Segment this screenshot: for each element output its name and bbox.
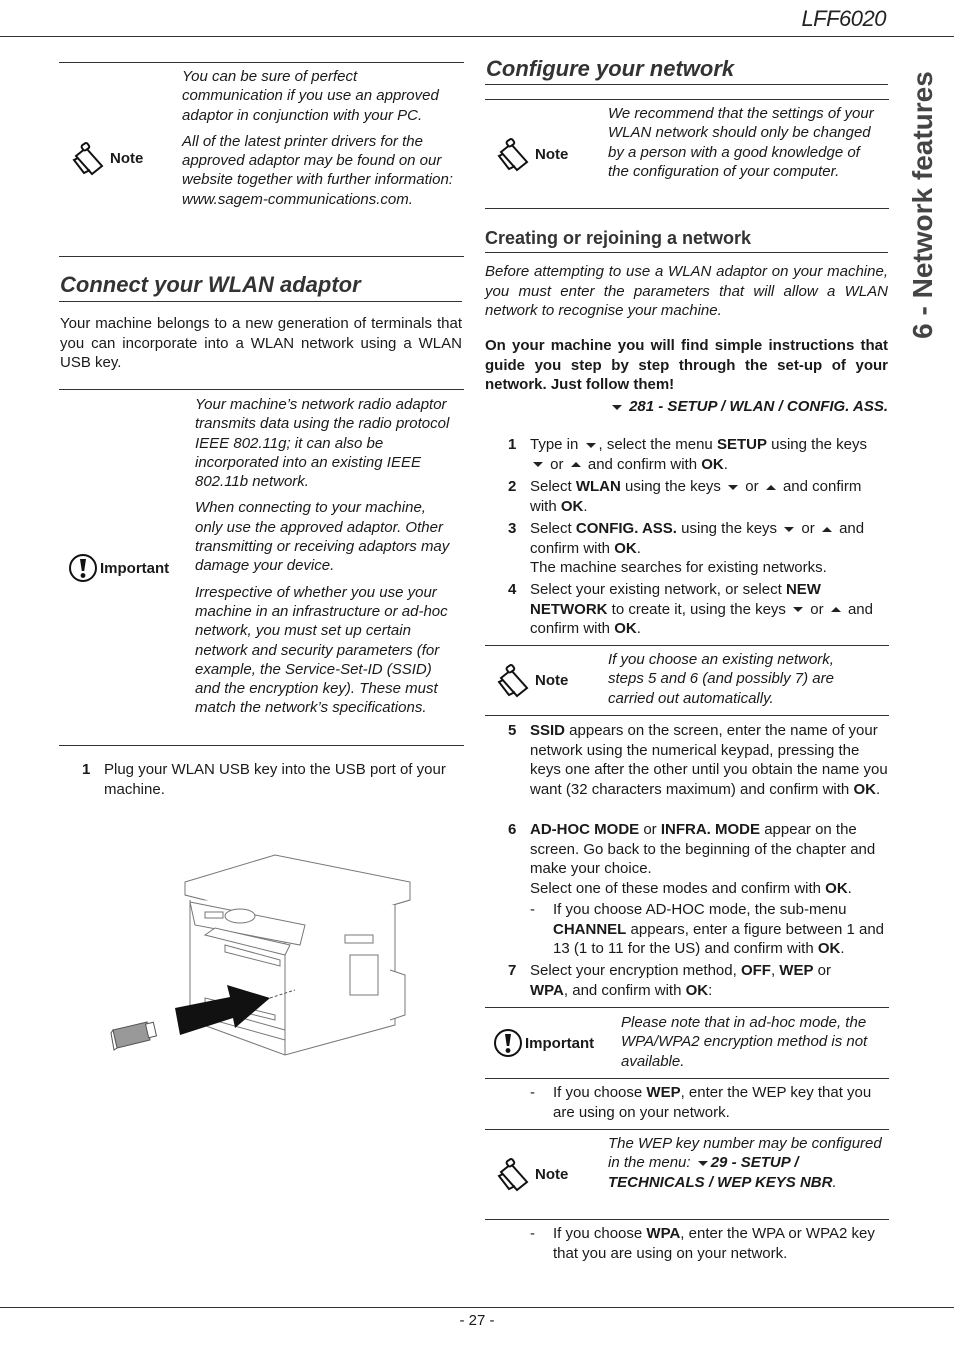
note-callout-label: Note	[72, 140, 143, 176]
chapter-side-tab-label: 6 - Network features	[907, 71, 938, 339]
printer-usb-illustration	[105, 850, 415, 1065]
arrow-down-icon	[793, 607, 804, 613]
header-rule	[0, 36, 954, 37]
clipboard-note-icon	[72, 140, 108, 176]
exclamation-circle-icon	[493, 1028, 523, 1058]
note-callout-text: We recommend that the settings of your W…	[608, 105, 874, 180]
callout-rule	[485, 715, 889, 716]
exclamation-circle-icon	[68, 553, 98, 583]
clipboard-note-icon	[497, 136, 533, 172]
subsection-title-rule	[485, 252, 888, 253]
arrow-up-icon	[765, 484, 776, 490]
intro-bold-paragraph: On your machine you will find simple ins…	[485, 337, 888, 393]
note-callout-text: The WEP key number may be configured in …	[608, 1135, 882, 1191]
intro-italic-paragraph: Before attempting to use a WLAN adaptor …	[485, 263, 888, 319]
callout-rule	[485, 1219, 889, 1220]
callout-rule	[59, 256, 464, 257]
section-title-configure-network: Configure your network	[486, 56, 735, 81]
arrow-down-icon	[533, 462, 543, 468]
chapter-side-tab: 6 - Network features	[893, 60, 953, 350]
important-callout-text: Your machine’s network radio adaptor tra…	[195, 396, 450, 717]
callout-rule	[59, 745, 464, 746]
note-callout-label: Note	[497, 662, 568, 698]
callout-rule	[485, 208, 889, 209]
callout-rule	[485, 645, 889, 646]
footer-rule	[0, 1307, 954, 1308]
callout-rule	[485, 1078, 889, 1079]
callout-rule	[59, 62, 464, 63]
note-callout-text: If you choose an existing network, steps…	[608, 651, 834, 707]
clipboard-note-icon	[497, 1156, 533, 1192]
arrow-down-icon	[611, 404, 622, 410]
arrow-down-icon	[697, 1160, 708, 1166]
arrow-down-icon	[784, 526, 795, 532]
section-title-rule	[59, 301, 462, 302]
note-callout-label: Note	[497, 1156, 568, 1192]
important-callout-label: Important	[493, 1028, 594, 1058]
intro-paragraph: Your machine belongs to a new generation…	[60, 315, 462, 371]
note-callout-label: Note	[497, 136, 568, 172]
section-title-connect-wlan: Connect your WLAN adaptor	[60, 272, 361, 297]
menu-path: 281 - SETUP / WLAN / CONFIG. ASS.	[485, 397, 888, 417]
important-callout-text: Please note that in ad-hoc mode, the WPA…	[621, 1014, 868, 1070]
callout-rule	[485, 99, 889, 100]
arrow-up-icon	[570, 462, 581, 468]
callout-rule	[59, 389, 464, 390]
arrow-up-icon	[821, 526, 832, 532]
subsection-title: Creating or rejoining a network	[485, 228, 752, 248]
callout-rule	[485, 1129, 889, 1130]
callout-rule	[485, 1007, 889, 1008]
clipboard-note-icon	[497, 662, 533, 698]
arrow-down-icon	[728, 484, 739, 490]
arrow-up-icon	[830, 607, 841, 613]
arrow-down-icon	[585, 442, 596, 448]
document-model-title: LFF6020	[801, 6, 886, 31]
page-number: - 27 -	[459, 1312, 495, 1329]
note-callout-text: You can be sure of perfect communication…	[182, 68, 453, 208]
section-title-rule	[485, 84, 888, 85]
important-callout-label: Important	[68, 553, 169, 583]
